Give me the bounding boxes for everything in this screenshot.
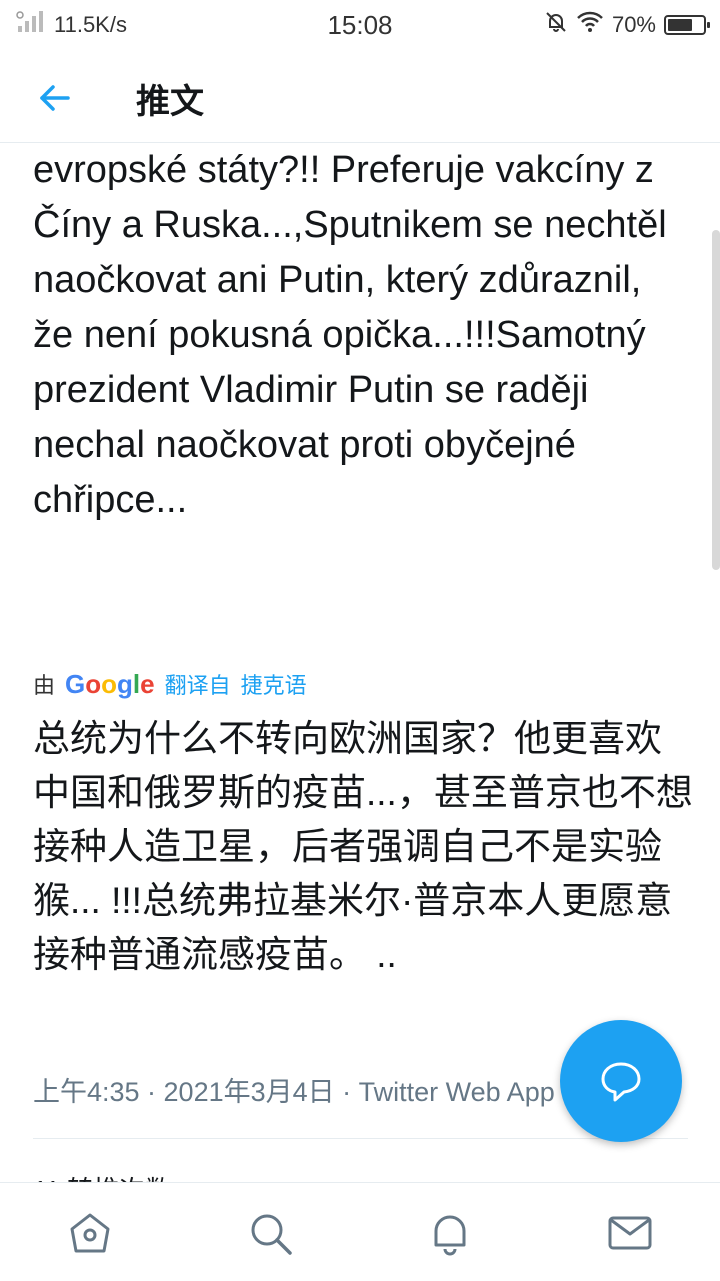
translated-from-link[interactable]: 翻译自 [165, 668, 231, 700]
bell-icon [434, 1215, 466, 1256]
back-arrow-icon [40, 85, 70, 111]
battery-icon [664, 15, 710, 35]
back-button[interactable] [34, 78, 74, 118]
bottom-nav [0, 1182, 720, 1281]
source-language-link[interactable]: 捷克语 [241, 668, 307, 700]
tweet-text: Proč se prezident neobrátí na evropské s… [33, 110, 667, 521]
scrollbar[interactable] [712, 230, 720, 570]
page-title: 推文 [136, 83, 204, 121]
translation-attribution: 由 Google 翻译自 捷克语 [33, 668, 307, 700]
translated-text: 总统为什么不转向欧洲国家？他更喜欢中国和俄罗斯的疫苗...，甚至普京也不想接种人… [33, 718, 693, 975]
wifi-icon [576, 11, 604, 39]
nav-home[interactable] [66, 1209, 114, 1257]
google-logo: Google [65, 668, 155, 699]
mute-bell-icon [544, 10, 568, 40]
divider [33, 1138, 688, 1139]
nav-messages[interactable] [606, 1209, 654, 1257]
compose-reply-icon [601, 1062, 641, 1102]
reply-fab-button[interactable] [560, 1020, 682, 1142]
status-bar: 11.5K/s 15:08 70% [0, 0, 720, 50]
home-icon [70, 1213, 110, 1253]
nav-notifications[interactable] [426, 1209, 474, 1257]
top-header: 推文 [0, 50, 720, 143]
status-right: 70% [544, 10, 710, 40]
by-label: 由 [33, 673, 56, 698]
tweet-timestamp[interactable]: 上午4:35 · 2021年3月4日 · Twitter Web App [33, 1070, 555, 1109]
search-icon [251, 1214, 292, 1255]
retweet-count[interactable]: 11 转推次数 [33, 1170, 171, 1182]
battery-percent: 70% [611, 12, 656, 37]
battery-level [668, 19, 692, 31]
nav-search[interactable] [246, 1209, 294, 1257]
mail-icon [608, 1216, 652, 1250]
